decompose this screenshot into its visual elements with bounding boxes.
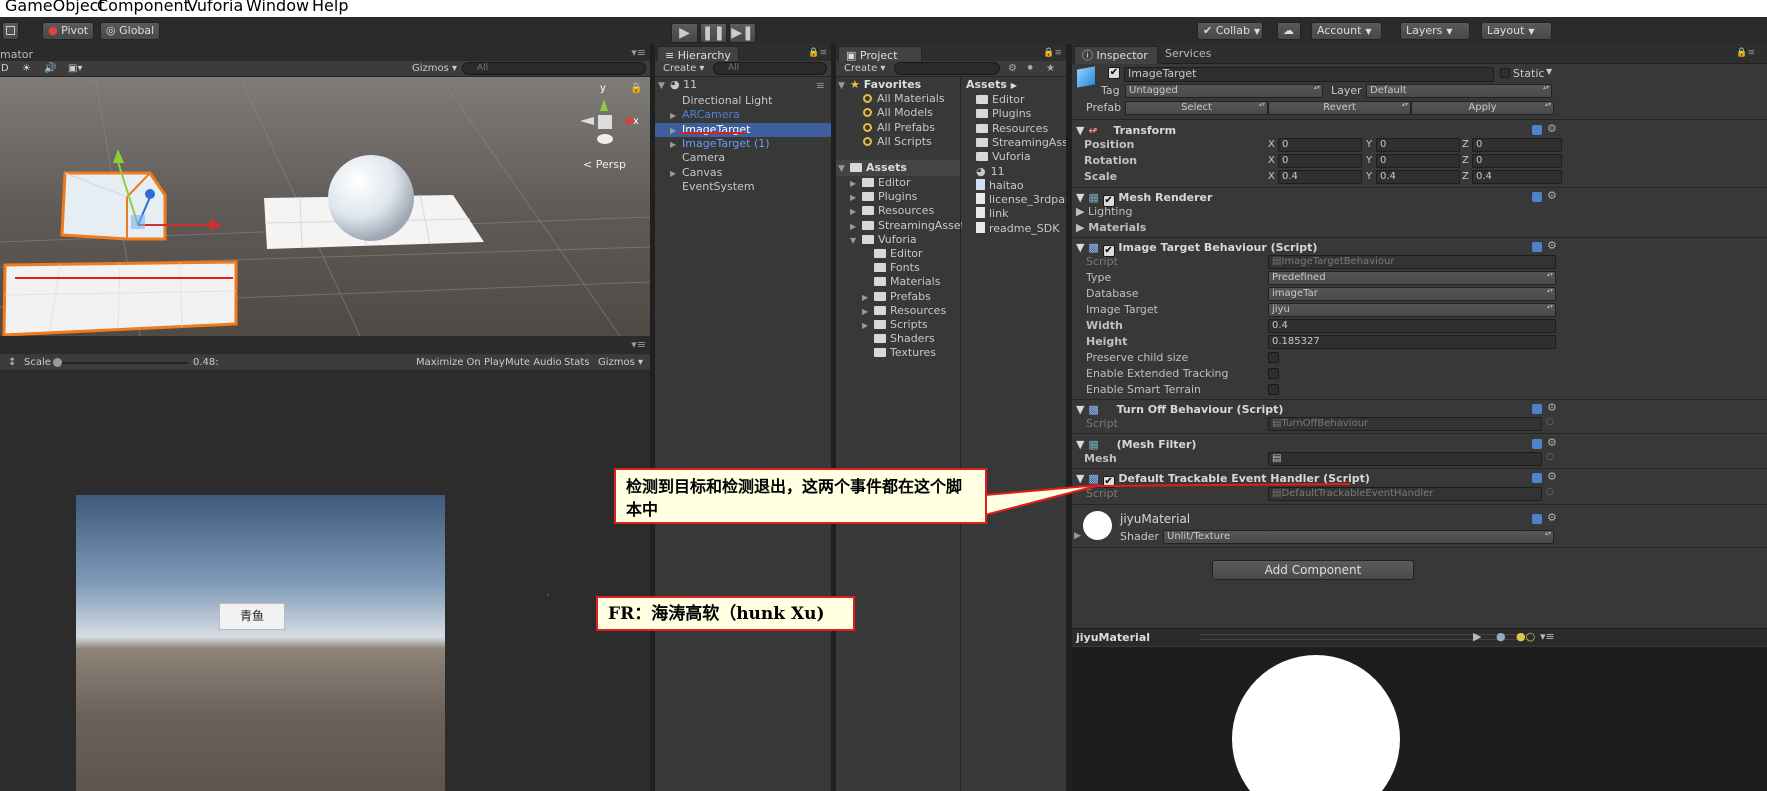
callout-author-note: FR：海涛高软（hunk Xu) xyxy=(596,596,855,631)
annotation-underline-dteh xyxy=(1099,483,1351,487)
annotation-layer xyxy=(547,132,1351,596)
callout-pointer xyxy=(984,484,1101,517)
callout-events-note: 检测到目标和检测退出，这两个事件都在这个脚本中 xyxy=(614,468,987,524)
